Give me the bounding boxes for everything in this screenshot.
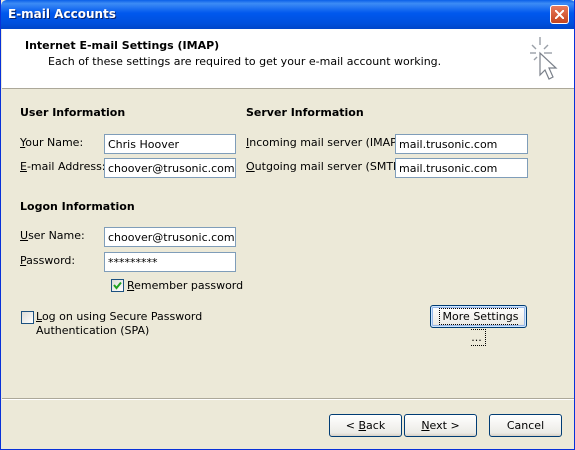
sparkle-cursor-icon: [530, 37, 558, 80]
outgoing-server-label: Outgoing mail server (SMTP):: [246, 160, 408, 173]
checkmark-icon: [113, 281, 122, 290]
back-button[interactable]: < Back: [329, 414, 402, 437]
remember-password-checkbox[interactable]: [111, 279, 124, 292]
user-name-input[interactable]: choover@trusonic.com: [104, 227, 236, 247]
spa-label-line1[interactable]: Log on using Secure Password: [36, 310, 202, 323]
spa-checkbox[interactable]: [21, 311, 34, 324]
logon-information-heading: Logon Information: [20, 200, 135, 213]
server-information-heading: Server Information: [246, 106, 364, 119]
close-icon: [555, 10, 564, 19]
next-button[interactable]: Next >: [404, 414, 477, 437]
footer-divider: [2, 398, 574, 400]
window-title: E-mail Accounts: [8, 7, 116, 21]
user-name-label: User Name:: [20, 229, 85, 242]
your-name-label: Your Name:: [20, 136, 84, 149]
email-accounts-window: E-mail Accounts Internet E-mail Settings…: [0, 0, 575, 450]
email-address-input[interactable]: choover@trusonic.com: [104, 158, 236, 178]
email-address-label: E-mail Address:: [20, 160, 106, 173]
incoming-server-input[interactable]: mail.trusonic.com: [395, 134, 528, 154]
cancel-button[interactable]: Cancel: [489, 414, 562, 437]
user-information-heading: User Information: [20, 106, 126, 119]
more-settings-label: More Settings ...: [438, 308, 519, 346]
spa-label-line2[interactable]: Authentication (SPA): [36, 324, 149, 337]
incoming-server-label: Incoming mail server (IMAP):: [246, 136, 405, 149]
close-button[interactable]: [550, 5, 569, 24]
password-input[interactable]: *********: [104, 252, 236, 272]
header-panel: Internet E-mail Settings (IMAP) Each of …: [2, 29, 574, 89]
remember-password-label[interactable]: Remember password: [127, 279, 243, 292]
page-subtitle: Each of these settings are required to g…: [48, 55, 442, 68]
password-label: Password:: [20, 254, 76, 267]
outgoing-server-input[interactable]: mail.trusonic.com: [395, 158, 528, 178]
page-title: Internet E-mail Settings (IMAP): [25, 39, 220, 52]
your-name-input[interactable]: Chris Hoover: [104, 134, 236, 154]
title-bar[interactable]: E-mail Accounts: [1, 0, 574, 29]
more-settings-button[interactable]: More Settings ...: [430, 305, 527, 346]
